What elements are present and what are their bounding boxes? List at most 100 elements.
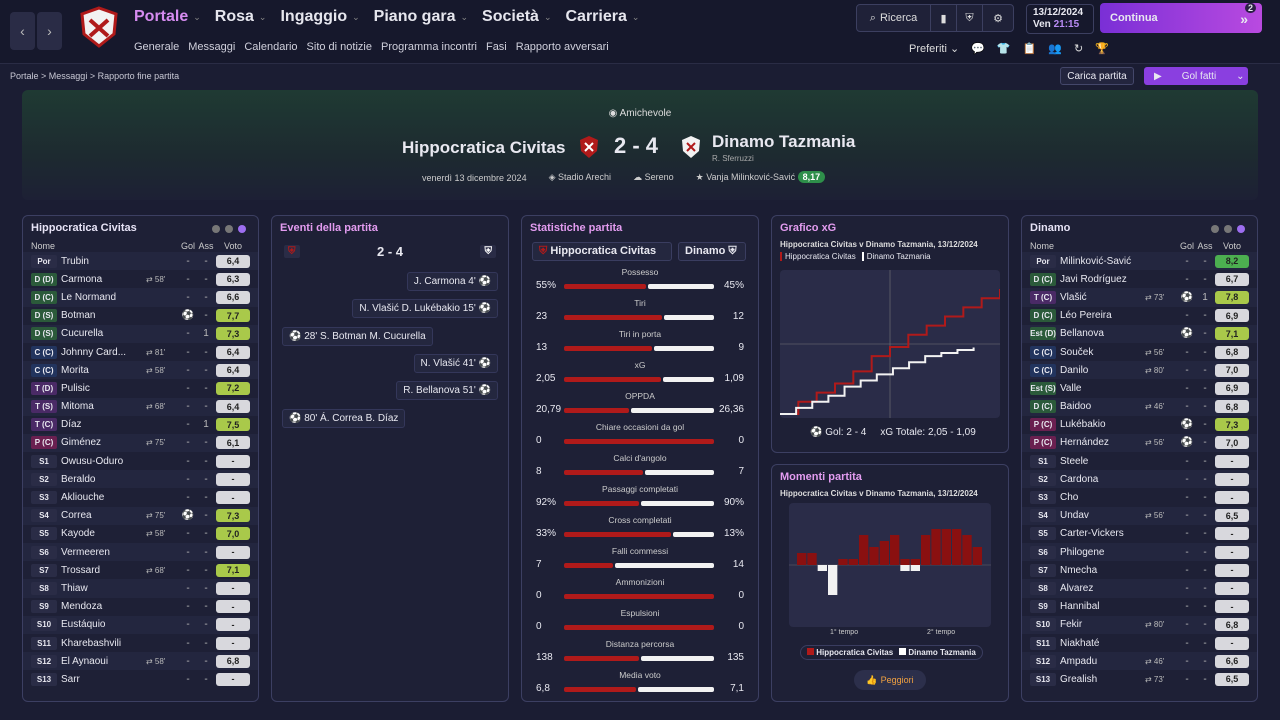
player-name[interactable]: Le Normand: [61, 292, 146, 303]
preferiti-dropdown[interactable]: Preferiti ⌄: [909, 42, 959, 55]
forward-button[interactable]: ›: [37, 12, 62, 50]
player-row[interactable]: D (C) Javi Rodríguez - -6,7: [1022, 270, 1257, 288]
event-item[interactable]: ⚽ 28' S. Botman M. Cucurella: [282, 326, 433, 346]
player-row[interactable]: S5 Kayode ⇄ 58' - -7,0: [23, 525, 258, 543]
player-name[interactable]: Trubin: [61, 256, 146, 267]
player-name[interactable]: Díaz: [61, 419, 146, 430]
goals-dropdown[interactable]: ▶ Gol fatti ⌄: [1144, 67, 1248, 85]
player-name[interactable]: Cho: [1060, 492, 1145, 503]
event-item[interactable]: R. Bellanova 51' ⚽: [396, 381, 498, 401]
player-name[interactable]: Pulisic: [61, 383, 146, 394]
player-name[interactable]: Cucurella: [61, 328, 146, 339]
player-name[interactable]: Sarr: [61, 674, 146, 685]
player-row[interactable]: Est (D) Bellanova ⚽ -7,1: [1022, 324, 1257, 343]
player-name[interactable]: Carmona: [61, 274, 146, 285]
player-row[interactable]: S7 Trossard ⇄ 68' - -7,1: [23, 561, 258, 579]
submenu-sito-notizie[interactable]: Sito di notizie: [307, 41, 372, 53]
player-row[interactable]: S6 Philogene - - -: [1022, 543, 1257, 562]
menu-piano-gara[interactable]: Piano gara ⌄: [374, 8, 468, 26]
chat-icon[interactable]: 💬: [971, 42, 985, 55]
menu-societa[interactable]: Società ⌄: [482, 8, 551, 26]
player-row[interactable]: S2 Cardona - - -: [1022, 470, 1257, 489]
player-name[interactable]: Correa: [61, 510, 146, 521]
shield-icon[interactable]: ⛨: [957, 5, 983, 31]
moments-chart[interactable]: [789, 503, 991, 627]
player-row[interactable]: S11 Kharebashvili - - -: [23, 634, 258, 652]
event-item[interactable]: N. Vlašić 41' ⚽: [413, 353, 498, 373]
player-name[interactable]: Carter-Vickers: [1060, 528, 1145, 539]
player-name[interactable]: Javi Rodríguez: [1060, 274, 1145, 285]
player-row[interactable]: S8 Álvarez - - -: [1022, 579, 1257, 598]
event-item[interactable]: J. Carmona 4' ⚽: [406, 272, 498, 291]
panel-view-toggle[interactable]: [1211, 225, 1245, 233]
player-row[interactable]: S12 Ampadu ⇄ 46' - -6,6: [1022, 652, 1257, 671]
player-row[interactable]: S12 El Aynaoui ⇄ 58' - -6,8: [23, 652, 258, 671]
player-row[interactable]: S8 Thiaw - - -: [23, 579, 258, 598]
player-name[interactable]: Thiaw: [61, 583, 146, 594]
back-button[interactable]: ‹: [10, 12, 35, 50]
crumb-messaggi[interactable]: Messaggi: [49, 71, 88, 81]
player-name[interactable]: Vermeeren: [61, 547, 146, 558]
people-icon[interactable]: 👥: [1048, 42, 1062, 55]
player-row[interactable]: D (S) Cucurella - 1 7,3: [23, 324, 258, 343]
player-name[interactable]: Morita: [61, 365, 146, 376]
player-row[interactable]: C (C) Souček ⇄ 56' - -6,8: [1022, 343, 1257, 361]
menu-rosa[interactable]: Rosa ⌄: [215, 8, 267, 26]
player-row[interactable]: S10 Fekir ⇄ 80' - -6,8: [1022, 615, 1257, 634]
player-row[interactable]: S4 Undav ⇄ 56' - -6,5: [1022, 506, 1257, 525]
bookmark-icon[interactable]: ▮: [931, 5, 957, 31]
event-item[interactable]: ⚽ 80' Á. Correa B. Díaz: [282, 408, 406, 428]
player-name[interactable]: Souček: [1060, 347, 1145, 358]
player-name[interactable]: Fekir: [1060, 619, 1145, 630]
player-name[interactable]: Danilo: [1060, 365, 1145, 376]
player-name[interactable]: Álvarez: [1060, 583, 1145, 594]
player-row[interactable]: S4 Correa ⇄ 75' ⚽ -7,3: [23, 506, 258, 525]
player-name[interactable]: El Aynaoui: [61, 656, 146, 667]
trophy-icon[interactable]: 🏆: [1095, 42, 1109, 55]
crumb-portale[interactable]: Portale: [10, 71, 39, 81]
player-name[interactable]: Cardona: [1060, 474, 1145, 485]
player-row[interactable]: Por Trubin - -6,4: [23, 252, 258, 271]
player-row[interactable]: S1 Owusu-Oduro - - -: [23, 452, 258, 470]
search-button[interactable]: ⌕ Ricerca: [857, 5, 931, 31]
shirt-icon[interactable]: 👕: [997, 42, 1011, 55]
player-row[interactable]: S3 Cho - - -: [1022, 488, 1257, 506]
menu-carriera[interactable]: Carriera ⌄: [566, 8, 640, 26]
player-row[interactable]: S2 Beraldo - - -: [23, 470, 258, 489]
player-name[interactable]: Hernández: [1060, 437, 1145, 448]
xg-chart[interactable]: [780, 270, 1000, 418]
player-row[interactable]: D (D) Carmona ⇄ 58' - -6,3: [23, 270, 258, 288]
player-name[interactable]: Grealish: [1060, 674, 1145, 685]
player-row[interactable]: Por Milinković-Savić - -8,2: [1022, 252, 1257, 271]
player-name[interactable]: Niakhaté: [1060, 638, 1145, 649]
player-row[interactable]: S1 Steele - - -: [1022, 452, 1257, 470]
player-name[interactable]: Valle: [1060, 383, 1145, 394]
player-row[interactable]: C (C) Johnny Card... ⇄ 81' - -6,4: [23, 343, 258, 361]
player-name[interactable]: Mitoma: [61, 401, 146, 412]
player-name[interactable]: Akliouche: [61, 492, 146, 503]
player-name[interactable]: Milinković-Savić: [1060, 256, 1145, 267]
player-row[interactable]: T (C) Díaz - 1 7,5: [23, 416, 258, 434]
submenu-rapporto[interactable]: Rapporto avversari: [516, 41, 609, 53]
player-name[interactable]: Trossard: [61, 565, 146, 576]
player-row[interactable]: C (C) Morita ⇄ 58' - -6,4: [23, 361, 258, 380]
load-match-button[interactable]: Carica partita: [1060, 67, 1134, 85]
player-row[interactable]: D (C) Le Normand - -6,6: [23, 288, 258, 307]
player-row[interactable]: D (C) Léo Pereira - -6,9: [1022, 307, 1257, 325]
player-name[interactable]: Nmecha: [1060, 565, 1145, 576]
player-name[interactable]: Steele: [1060, 456, 1145, 467]
player-row[interactable]: P (C) Giménez ⇄ 75' - -6,1: [23, 433, 258, 453]
player-row[interactable]: T (C) Vlašić ⇄ 73' ⚽ 1 7,8: [1022, 288, 1257, 307]
panel-view-toggle[interactable]: [212, 225, 246, 233]
player-row[interactable]: P (C) Lukébakio ⚽ -7,3: [1022, 416, 1257, 434]
player-name[interactable]: Giménez: [61, 437, 146, 448]
player-name[interactable]: Undav: [1060, 510, 1145, 521]
clipboard-icon[interactable]: 📋: [1023, 42, 1037, 55]
player-name[interactable]: Philogene: [1060, 547, 1145, 558]
player-row[interactable]: S13 Grealish ⇄ 73' - -6,5: [1022, 670, 1257, 688]
player-name[interactable]: Baidoo: [1060, 401, 1145, 412]
menu-portale[interactable]: Portale ⌄: [134, 8, 201, 26]
player-name[interactable]: Johnny Card...: [61, 347, 146, 358]
refresh-icon[interactable]: ↻: [1074, 42, 1083, 55]
menu-ingaggio[interactable]: Ingaggio ⌄: [280, 8, 359, 26]
